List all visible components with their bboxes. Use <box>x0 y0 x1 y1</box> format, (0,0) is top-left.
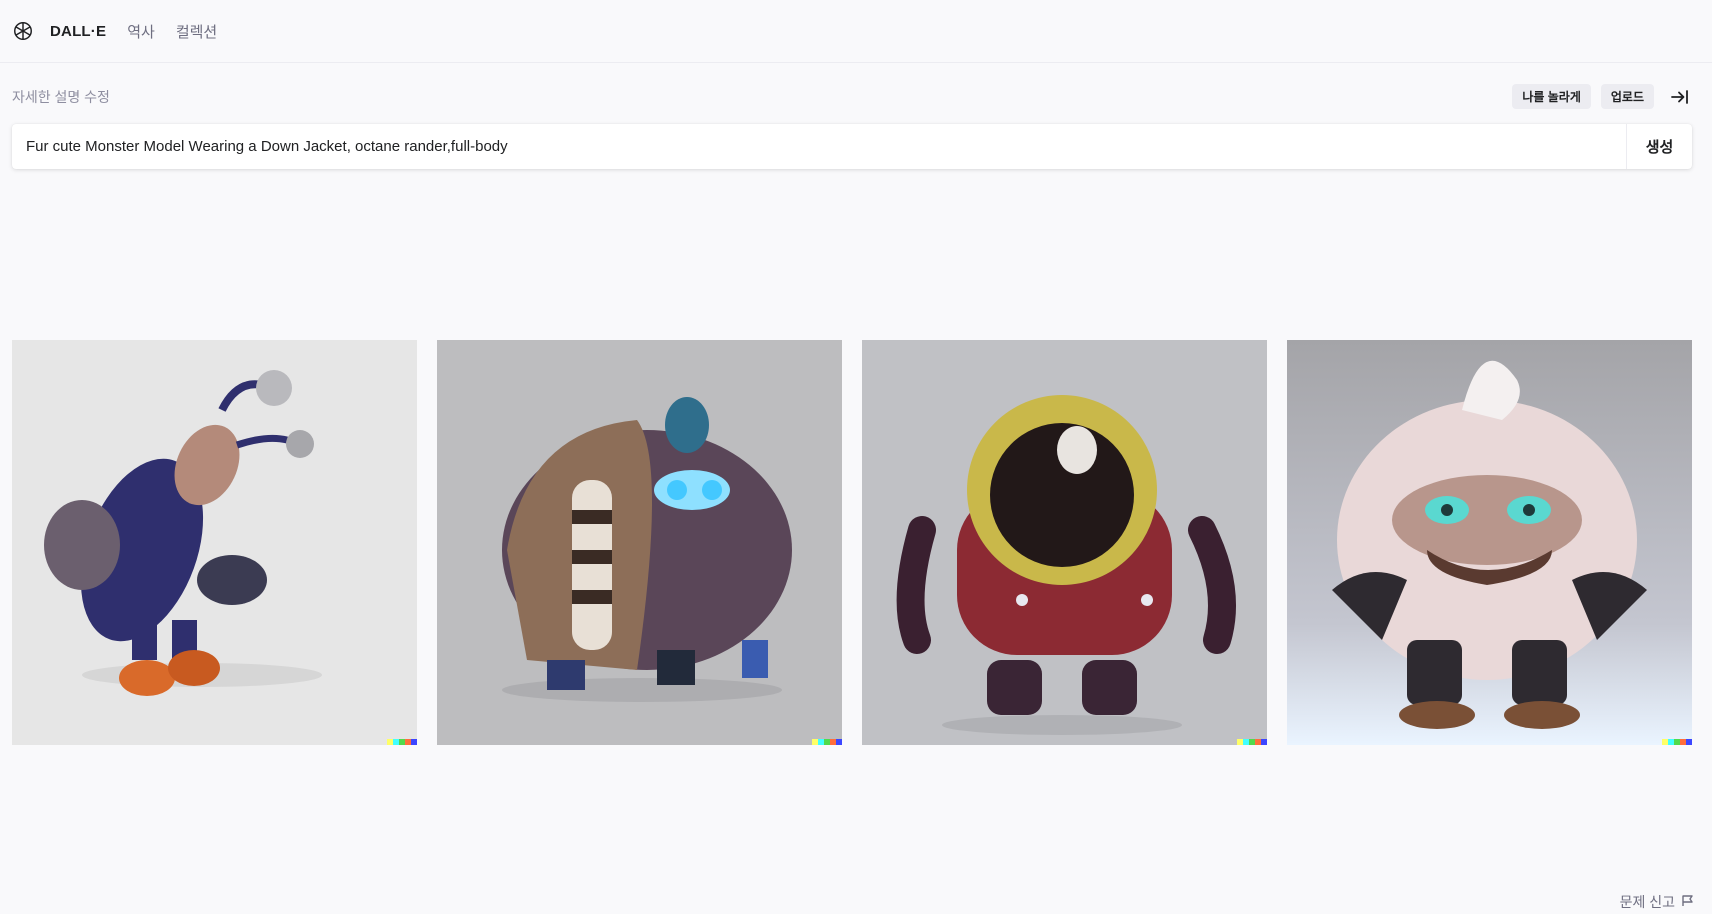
openai-logo-icon[interactable] <box>12 20 34 42</box>
arrow-right-to-bar-icon[interactable] <box>1668 85 1692 109</box>
top-nav-bar: DALL·E 역사 컬렉션 <box>0 0 1712 63</box>
result-image-4[interactable] <box>1287 340 1692 745</box>
result-image-1[interactable] <box>12 340 417 745</box>
main-nav: DALL·E 역사 컬렉션 <box>50 21 217 42</box>
nav-collections[interactable]: 컬렉션 <box>176 21 217 42</box>
dalle-watermark <box>387 739 417 745</box>
upload-button[interactable]: 업로드 <box>1600 84 1654 109</box>
watermark-swatch <box>1686 739 1692 745</box>
nav-dalle[interactable]: DALL·E <box>50 23 106 40</box>
surprise-me-button[interactable]: 나를 놀라게 <box>1512 84 1591 109</box>
nav-history[interactable]: 역사 <box>127 21 155 42</box>
result-image-2[interactable] <box>437 340 842 745</box>
watermark-swatch <box>836 739 842 745</box>
dalle-watermark <box>1662 739 1692 745</box>
results-grid <box>12 340 1692 745</box>
flag-icon <box>1681 894 1694 910</box>
prompt-actions: 나를 놀라게 업로드 <box>1512 84 1692 109</box>
prompt-box: 생성 <box>12 124 1692 169</box>
report-issue-link[interactable]: 문제 신고 <box>1620 892 1694 912</box>
monster-image <box>862 340 1267 745</box>
watermark-swatch <box>1261 739 1267 745</box>
dalle-watermark <box>1237 739 1267 745</box>
result-image-3[interactable] <box>862 340 1267 745</box>
monster-image <box>1287 340 1692 745</box>
report-issue-label: 문제 신고 <box>1619 894 1675 910</box>
monster-image <box>437 340 842 745</box>
watermark-swatch <box>411 739 417 745</box>
dalle-watermark <box>812 739 842 745</box>
monster-image <box>12 340 417 745</box>
generate-button[interactable]: 생성 <box>1626 124 1692 169</box>
prompt-label: 자세한 설명 수정 <box>12 89 110 105</box>
prompt-input[interactable] <box>12 124 1626 169</box>
